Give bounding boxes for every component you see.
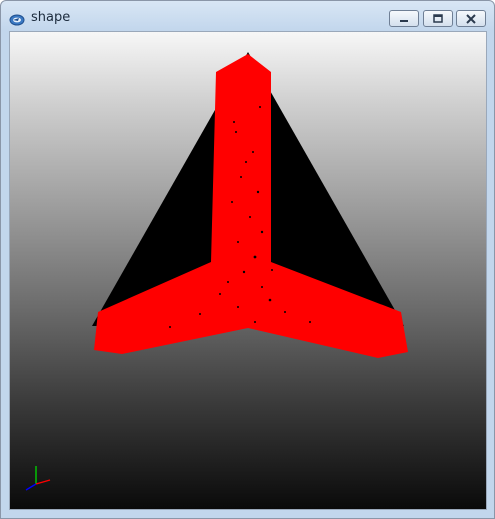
- close-button[interactable]: [456, 10, 486, 27]
- title-bar[interactable]: shape: [1, 1, 494, 31]
- maximize-button[interactable]: [423, 10, 453, 27]
- window-title: shape: [31, 10, 71, 25]
- shape-render: [25, 52, 408, 491]
- 3d-viewport[interactable]: [9, 31, 487, 510]
- minimize-button[interactable]: [389, 10, 419, 27]
- close-icon: [466, 13, 476, 24]
- app-window: shape: [0, 0, 495, 519]
- shape-body: [94, 54, 408, 358]
- axis-triad-icon: [25, 466, 51, 491]
- maximize-icon: [433, 13, 443, 23]
- minimize-icon: [400, 19, 408, 22]
- app-logo-icon: [9, 11, 25, 26]
- window-bottom-frame: [1, 510, 494, 518]
